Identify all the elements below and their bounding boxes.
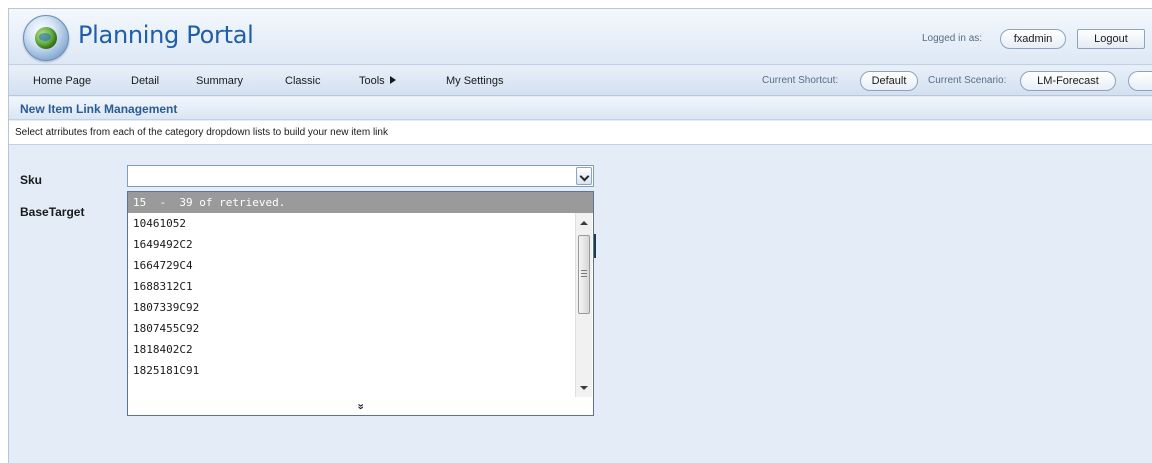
- nav-summary[interactable]: Summary: [196, 75, 243, 87]
- basetarget-label: BaseTarget: [20, 205, 85, 219]
- username-badge: fxadmin: [1000, 29, 1066, 49]
- double-chevron-down-icon[interactable]: »: [128, 397, 593, 416]
- dropdown-option[interactable]: 1807455C92: [128, 318, 575, 339]
- triangle-right-icon[interactable]: [390, 76, 396, 84]
- basetarget-field-edge: [594, 234, 596, 258]
- instruction-bar: Select atrributes from each of the categ…: [9, 121, 1152, 145]
- dropdown-results-header: 15 - 39 of retrieved.: [128, 192, 593, 213]
- dropdown-option[interactable]: 1818402C2: [128, 339, 575, 360]
- app-title: Planning Portal: [78, 21, 254, 49]
- dropdown-options: 10461052 1649492C2 1664729C4 1688312C1 1…: [128, 213, 575, 397]
- dropdown-option[interactable]: 10461052: [128, 213, 575, 234]
- sku-select[interactable]: [127, 165, 594, 187]
- sku-dropdown-list[interactable]: 15 - 39 of retrieved. 10461052 1649492C2…: [127, 191, 594, 416]
- current-scenario-label: Current Scenario:: [928, 75, 1007, 86]
- scrollbar-thumb[interactable]: [578, 235, 590, 314]
- current-shortcut-label: Current Shortcut:: [762, 75, 839, 86]
- sku-label: Sku: [20, 173, 43, 187]
- chevron-down-icon[interactable]: [576, 167, 592, 185]
- globe-logo-icon: [23, 15, 69, 61]
- overflow-pill-button[interactable]: [1128, 71, 1152, 91]
- dropdown-option[interactable]: 1649492C2: [128, 234, 575, 255]
- nav-tools[interactable]: Tools: [359, 75, 385, 87]
- app-frame: Planning Portal Logged in as: fxadmin Lo…: [8, 8, 1152, 463]
- load-more-glyph: »: [355, 403, 367, 410]
- section-header: New Item Link Management: [9, 97, 1152, 120]
- app-header: Planning Portal Logged in as: fxadmin Lo…: [9, 9, 1152, 65]
- dropdown-option[interactable]: 1664729C4: [128, 255, 575, 276]
- logged-in-label: Logged in as:: [922, 33, 983, 44]
- nav-my-settings[interactable]: My Settings: [446, 75, 503, 87]
- nav-classic[interactable]: Classic: [285, 75, 320, 87]
- instruction-text: Select atrributes from each of the categ…: [15, 127, 388, 138]
- current-shortcut-button[interactable]: Default: [860, 71, 918, 91]
- logout-button[interactable]: Logout: [1077, 29, 1145, 49]
- main-nav: Home Page Detail Summary Classic Tools M…: [9, 66, 1152, 96]
- scroll-up-arrow-icon[interactable]: [580, 221, 588, 225]
- nav-home-page[interactable]: Home Page: [33, 75, 91, 87]
- dropdown-scrollbar[interactable]: [575, 213, 592, 397]
- current-scenario-button[interactable]: LM-Forecast: [1020, 71, 1116, 91]
- nav-detail[interactable]: Detail: [131, 75, 159, 87]
- page-title: New Item Link Management: [20, 102, 178, 116]
- dropdown-option[interactable]: 1688312C1: [128, 276, 575, 297]
- dropdown-option[interactable]: 1807339C92: [128, 297, 575, 318]
- dropdown-option[interactable]: 1825181C91: [128, 360, 575, 381]
- scroll-down-arrow-icon[interactable]: [580, 386, 588, 390]
